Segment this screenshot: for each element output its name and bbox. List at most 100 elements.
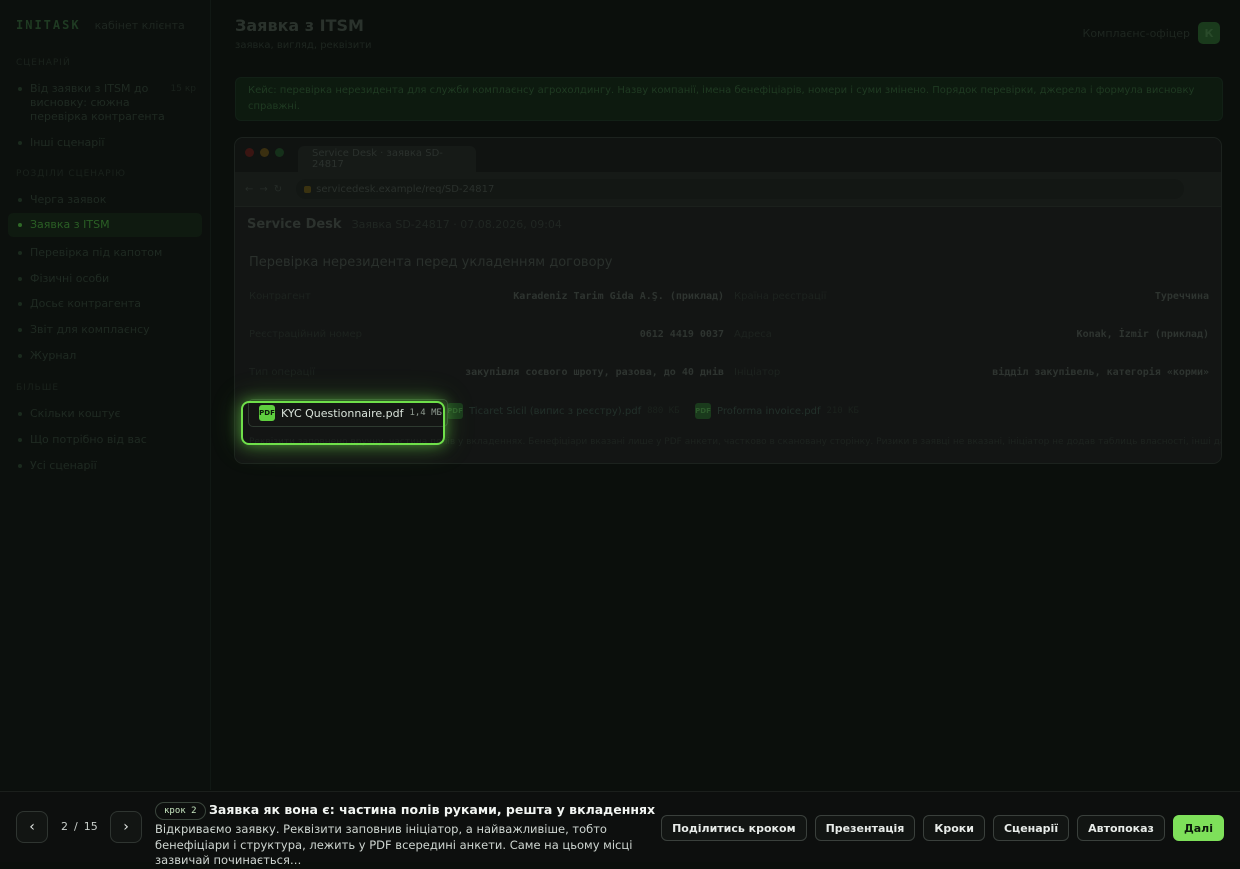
field-label: Ініціатор (734, 367, 781, 378)
sidebar-section-title: сценарій (16, 58, 71, 68)
chevron-right-icon: › (123, 819, 129, 835)
sidebar-item-queue[interactable]: Черга заявок (8, 193, 202, 207)
share-step-button[interactable]: Поділитись кроком (661, 815, 807, 841)
counter-separator: / (74, 820, 78, 833)
field-value: Konak, İzmir (приклад) (1076, 329, 1209, 340)
bullet-icon (18, 87, 22, 91)
chevron-left-icon: ‹ (29, 819, 35, 835)
total-steps: 15 (83, 820, 98, 833)
sidebar-item-label: Від заявки з ITSM до висновку: сюжна пер… (30, 82, 165, 123)
app-shell: INITASK кабінет клієнта сценарій Від зая… (0, 0, 1240, 790)
sidebar-item-report[interactable]: Звіт для комплаєнсу (8, 323, 202, 337)
avatar[interactable]: К (1198, 22, 1220, 44)
sidebar-item-label: Заявка з ITSM (30, 218, 110, 231)
bullet-icon (18, 438, 22, 442)
attachment-registry-extract[interactable]: PDF Ticaret Sicil (випис з реєстру).pdf … (447, 400, 680, 422)
bullet-icon (18, 223, 22, 227)
pdf-icon: PDF (447, 403, 463, 419)
browser-tab-title: Service Desk · заявка SD-24817 (312, 148, 443, 170)
bullet-icon (18, 302, 22, 306)
step-title: Заявка як вона є: частина полів руками, … (209, 802, 656, 817)
next-step-button[interactable]: › (110, 811, 142, 843)
step-counter: 2 / 15 (61, 820, 98, 833)
field-value: закупівля соєвого шроту, разова, до 40 д… (465, 367, 724, 378)
autoplay-button[interactable]: Автопоказ (1077, 815, 1165, 841)
browser-tabbar: Service Desk · заявка SD-24817 (235, 138, 1221, 172)
logo[interactable]: INITASK (16, 18, 81, 32)
sidebar-item-dossier[interactable]: Досьє контрагента (8, 297, 202, 311)
case-banner-text: Кейс: перевірка нерезидента для служби к… (248, 85, 1195, 112)
sidebar-item-count: 15 кр (170, 84, 196, 94)
sidebar-item-label: Що потрібно від вас (30, 433, 147, 446)
scenarios-button[interactable]: Сценарії (992, 815, 1070, 841)
sidebar-item-label: Черга заявок (30, 193, 107, 206)
steps-button[interactable]: Кроки (923, 815, 985, 841)
sidebar-item-itsm-request[interactable]: Заявка з ITSM (8, 213, 202, 237)
sidebar-item-label: Перевірка під капотом (30, 246, 163, 259)
main-content: Заявка з ITSM заявка, вигляд, реквізити … (210, 0, 1240, 790)
sidebar-item-label: Звіт для комплаєнсу (30, 323, 150, 336)
field-label: Адреса (734, 329, 772, 340)
sidebar-item-label: Усі сценарії (30, 459, 97, 472)
field-value: 0612 4419 0037 (639, 329, 724, 340)
service-desk-header: Service Desk Заявка SD-24817 · 07.08.202… (247, 217, 562, 232)
field-label: Контрагент (249, 291, 311, 302)
maximize-window-icon[interactable] (275, 148, 284, 157)
sidebar-item-all-scenarios[interactable]: Усі сценарії (8, 459, 202, 473)
sidebar-section-title: більше (16, 383, 60, 393)
bullet-icon (18, 328, 22, 332)
sidebar-item-label: Досьє контрагента (30, 297, 141, 310)
url-field[interactable]: servicedesk.example/req/SD-24817 (296, 179, 1185, 199)
case-banner: Кейс: перевірка нерезидента для служби к… (235, 77, 1223, 121)
spotlight-highlight (241, 401, 445, 445)
bullet-icon (18, 198, 22, 202)
attachment-size: 880 КБ (647, 406, 680, 416)
prev-step-button[interactable]: ‹ (16, 811, 48, 843)
bullet-icon (18, 251, 22, 255)
back-icon[interactable]: ← (245, 184, 253, 195)
bullet-icon (18, 412, 22, 416)
sidebar-item-under-hood[interactable]: Перевірка під капотом (8, 246, 202, 260)
user-menu[interactable]: Комплаєнс-офіцер К (1083, 22, 1220, 44)
next-button[interactable]: Далі (1172, 815, 1224, 841)
url-text: servicedesk.example/req/SD-24817 (316, 183, 495, 195)
presentation-button[interactable]: Презентація (814, 815, 916, 841)
field-label: Тип операції (249, 367, 315, 378)
sidebar-item-scenario[interactable]: Від заявки з ITSM до висновку: сюжна пер… (8, 82, 202, 124)
sidebar-item-label: Інші сценарії (30, 136, 105, 149)
browser-tab[interactable]: Service Desk · заявка SD-24817 (298, 146, 476, 172)
close-window-icon[interactable] (245, 148, 254, 157)
lock-icon (304, 185, 312, 193)
page-title: Заявка з ITSM (235, 16, 364, 35)
sidebar: INITASK кабінет клієнта сценарій Від зая… (0, 0, 211, 790)
sidebar-item-label: Скільки коштує (30, 407, 121, 420)
field-row: Контрагент Karadeniz Tarim Gida A.Ş. (пр… (249, 291, 1209, 302)
sidebar-item-label: Журнал (30, 349, 77, 362)
field-value: відділ закупівель, категорія «корми» (992, 367, 1209, 378)
request-heading: Перевірка нерезидента перед укладенням д… (249, 255, 613, 270)
sidebar-item-journal[interactable]: Журнал (8, 349, 202, 363)
page-subtitle: заявка, вигляд, реквізити (235, 40, 372, 51)
sidebar-item-pricing[interactable]: Скільки коштує (8, 407, 202, 421)
field-row: Тип операції закупівля соєвого шроту, ра… (249, 367, 1209, 378)
browser-addressbar: ← → ↻ servicedesk.example/req/SD-24817 (235, 172, 1221, 207)
sidebar-item-persons[interactable]: Фізичні особи (8, 272, 202, 286)
sidebar-item-label: Фізичні особи (30, 272, 110, 285)
reload-icon[interactable]: ↻ (274, 184, 282, 195)
step-badge: крок 2 (155, 802, 206, 820)
sidebar-item-requirements[interactable]: Що потрібно від вас (8, 433, 202, 447)
bullet-icon (18, 277, 22, 281)
pdf-icon: PDF (695, 403, 711, 419)
step-description: Відкриваємо заявку. Реквізити заповнив і… (155, 822, 633, 867)
current-step: 2 (61, 820, 68, 833)
attachment-proforma[interactable]: PDF Proforma invoice.pdf 210 КБ (695, 400, 859, 422)
tour-actions: Поділитись кроком Презентація Кроки Сцен… (661, 815, 1224, 841)
field-value: Туреччина (1154, 291, 1209, 302)
field-row: Реєстраційний номер 0612 4419 0037 Адрес… (249, 329, 1209, 340)
attachment-name: Ticaret Sicil (випис з реєстру).pdf (469, 405, 642, 417)
forward-icon[interactable]: → (259, 184, 267, 195)
minimize-window-icon[interactable] (260, 148, 269, 157)
attachment-size: 210 КБ (826, 406, 859, 416)
field-label: Країна реєстрації (734, 291, 827, 302)
sidebar-item-other-scenarios[interactable]: Інші сценарії (8, 136, 202, 150)
